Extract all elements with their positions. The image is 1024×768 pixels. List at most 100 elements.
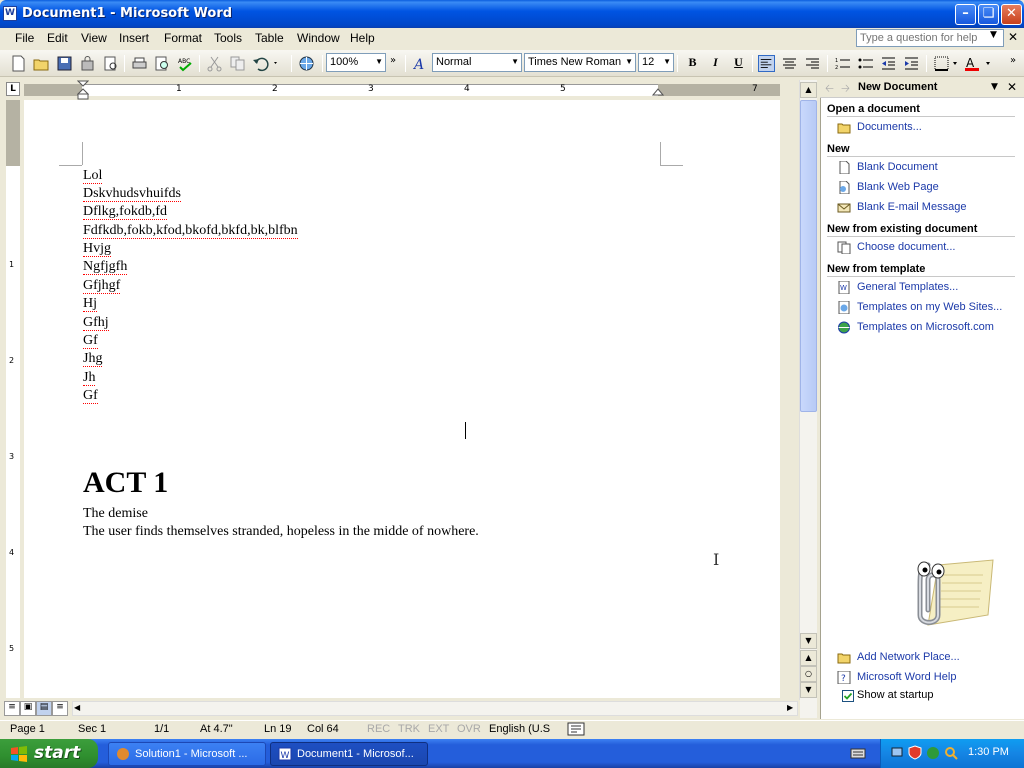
minimize-button[interactable]: –	[955, 4, 976, 25]
task-pane-menu-icon[interactable]: ▼	[991, 82, 998, 92]
doc-line[interactable]: Dskvhudsvhuifds	[83, 186, 182, 202]
office-assistant-clippy-icon[interactable]	[898, 545, 998, 635]
menu-edit[interactable]: Edit	[47, 31, 68, 45]
doc-line[interactable]: Gfjhgf	[83, 278, 121, 294]
scroll-down-icon[interactable]: ▼	[800, 633, 817, 649]
print-layout-icon[interactable]: ▤	[36, 701, 52, 716]
underline-button[interactable]: U	[730, 55, 747, 72]
status-trk[interactable]: TRK	[398, 723, 420, 735]
security-shield-icon[interactable]	[908, 745, 922, 760]
font-color-icon[interactable]: A	[964, 55, 994, 72]
doc-line[interactable]: Gf	[83, 333, 98, 349]
vertical-ruler[interactable]	[6, 100, 20, 698]
doc-line[interactable]: Ngfjgfh	[83, 259, 128, 275]
font-size-combo[interactable]: 12 ▼	[638, 53, 674, 72]
right-indent-marker-icon[interactable]	[652, 86, 664, 96]
bullets-icon[interactable]	[857, 55, 874, 72]
doc-line[interactable]: Hvjg	[83, 241, 111, 257]
scroll-thumb[interactable]	[800, 100, 817, 412]
doc-line[interactable]: Gf	[83, 388, 98, 404]
network-tray-icon[interactable]	[890, 746, 904, 760]
blank-document-link[interactable]: Blank Document	[857, 161, 938, 173]
doc-line[interactable]: Fdfkdb,fokb,kfod,bkofd,bkfd,bk,blfbn	[83, 223, 298, 239]
word-help-link[interactable]: Microsoft Word Help	[857, 671, 956, 683]
zoom-combo[interactable]: 100% ▼	[326, 53, 386, 72]
doc-line[interactable]: Jhg	[83, 351, 103, 367]
open-folder-icon[interactable]	[33, 55, 50, 72]
status-ovr[interactable]: OVR	[457, 723, 481, 735]
close-button[interactable]: ✕	[1001, 4, 1022, 25]
styles-formatting-icon[interactable]: A	[412, 55, 429, 72]
font-combo[interactable]: Times New Roman ▼	[524, 53, 636, 72]
menu-view[interactable]: View	[81, 31, 107, 45]
web-icon[interactable]	[298, 55, 315, 72]
doc-line[interactable]: Dflkg,fokdb,fd	[83, 204, 167, 220]
toolbar-options-icon[interactable]: »	[1010, 55, 1024, 72]
doc-line[interactable]: Lol	[83, 168, 103, 184]
keyboard-icon[interactable]	[850, 746, 866, 760]
doc-line[interactable]: Gfhj	[83, 315, 109, 331]
menu-help[interactable]: Help	[350, 31, 375, 45]
menu-window[interactable]: Window	[297, 31, 340, 45]
general-templates-link[interactable]: General Templates...	[857, 281, 958, 293]
blank-web-page-link[interactable]: Blank Web Page	[857, 181, 939, 193]
help-question-input[interactable]	[856, 29, 1004, 47]
document-close-icon[interactable]: ✕	[1008, 30, 1018, 44]
spelling-icon[interactable]: ABC	[177, 55, 194, 72]
style-dropdown-icon[interactable]: ▼	[511, 57, 519, 66]
forward-arrow-icon[interactable]: 🡢	[841, 80, 850, 99]
style-combo[interactable]: Normal ▼	[432, 53, 522, 72]
align-center-icon[interactable]	[781, 55, 798, 72]
print-preview-icon[interactable]	[154, 55, 171, 72]
word-app-icon[interactable]: W	[3, 6, 17, 21]
add-network-place-link[interactable]: Add Network Place...	[857, 651, 960, 663]
print-preview-doc-icon[interactable]	[102, 55, 119, 72]
menu-table[interactable]: Table	[255, 31, 284, 45]
align-right-icon[interactable]	[804, 55, 821, 72]
numbering-icon[interactable]: 12	[834, 55, 851, 72]
toolbar-more-icon[interactable]: »	[390, 55, 407, 72]
permission-icon[interactable]	[79, 55, 96, 72]
new-document-icon[interactable]	[10, 55, 27, 72]
menu-file[interactable]: File	[15, 31, 34, 45]
normal-view-icon[interactable]: ≡	[4, 701, 20, 716]
save-icon[interactable]	[56, 55, 73, 72]
outline-view-icon[interactable]: ≡	[52, 701, 68, 716]
previous-page-icon[interactable]: ▲	[800, 650, 817, 666]
document-page[interactable]: Lol Dskvhudsvhuifds Dflkg,fokdb,fd Fdfkd…	[24, 100, 780, 698]
zoom-dropdown-icon[interactable]: ▼	[375, 57, 383, 66]
tab-selector[interactable]: L	[6, 82, 20, 96]
menu-tools[interactable]: Tools	[214, 31, 242, 45]
menu-insert[interactable]: Insert	[119, 31, 149, 45]
bold-button[interactable]: B	[684, 55, 701, 72]
scroll-up-icon[interactable]: ▲	[800, 82, 817, 98]
decrease-indent-icon[interactable]	[880, 55, 897, 72]
doc-body-line[interactable]: The user finds themselves stranded, hope…	[83, 524, 479, 540]
spelling-status-icon[interactable]	[567, 722, 585, 736]
doc-subtitle[interactable]: The demise	[83, 506, 148, 522]
size-dropdown-icon[interactable]: ▼	[663, 57, 671, 66]
show-startup-checkbox[interactable]	[842, 690, 854, 702]
borders-icon[interactable]	[933, 55, 959, 72]
scroll-right-icon[interactable]: ▶	[787, 703, 793, 712]
restore-button[interactable]: ❏	[978, 4, 999, 25]
status-rec[interactable]: REC	[367, 723, 390, 735]
undo-icon[interactable]	[252, 55, 280, 72]
templates-microsoft-link[interactable]: Templates on Microsoft.com	[857, 321, 994, 333]
blank-email-link[interactable]: Blank E-mail Message	[857, 201, 966, 213]
status-ext[interactable]: EXT	[428, 723, 449, 735]
print-icon[interactable]	[131, 55, 148, 72]
align-left-icon[interactable]	[758, 55, 775, 72]
increase-indent-icon[interactable]	[903, 55, 920, 72]
copy-icon[interactable]	[229, 55, 246, 72]
task-pane-close-icon[interactable]: ✕	[1007, 80, 1017, 94]
indent-marker-icon[interactable]	[77, 80, 89, 100]
documents-link[interactable]: Documents...	[857, 121, 922, 133]
next-page-icon[interactable]: ▼	[800, 682, 817, 698]
web-view-icon[interactable]: ▣	[20, 701, 36, 716]
help-dropdown-icon[interactable]: ▼	[990, 30, 997, 40]
italic-button[interactable]: I	[707, 55, 724, 72]
taskbar-item-solution1[interactable]: Solution1 - Microsoft ...	[108, 742, 266, 766]
choose-document-link[interactable]: Choose document...	[857, 241, 955, 253]
doc-line[interactable]: Hj	[83, 296, 97, 312]
